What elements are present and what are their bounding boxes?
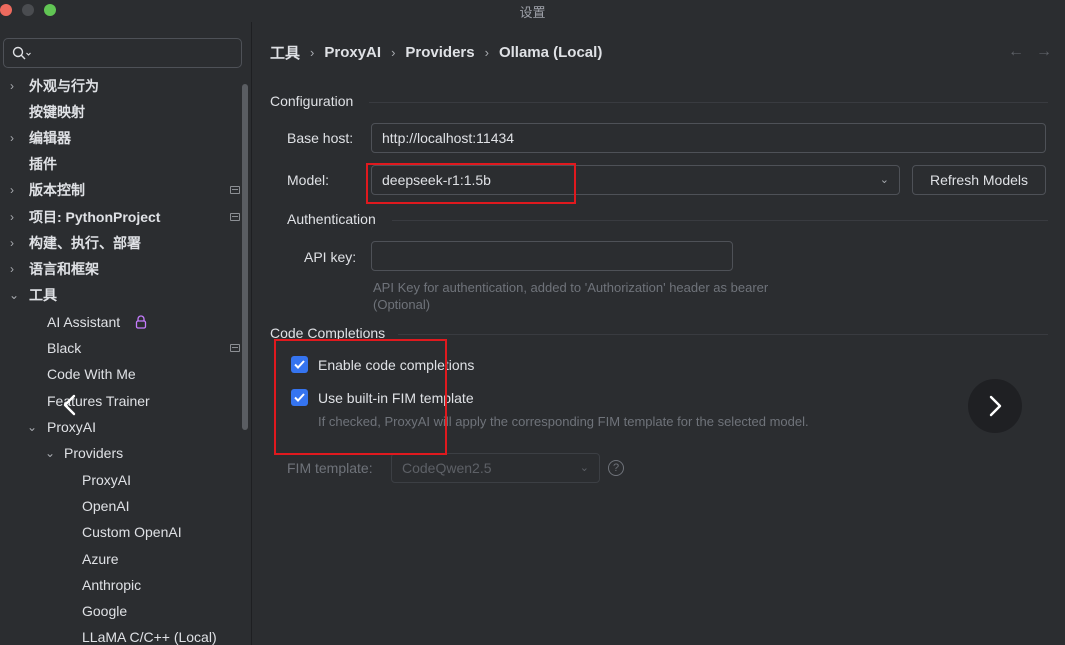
chevron-right-icon[interactable]: › [10, 231, 22, 255]
help-icon[interactable]: ? [608, 460, 624, 476]
chevron-down-icon: ⌄ [579, 462, 589, 474]
sidebar-item-provider-google[interactable]: Google [82, 599, 127, 623]
sidebar-item-version-control[interactable]: 版本控制 [29, 178, 85, 202]
sidebar-item-provider-llama[interactable]: LLaMA C/C++ (Local) [82, 625, 217, 645]
base-host-label: Base host: [287, 130, 354, 146]
lock-icon [135, 315, 147, 329]
highlight-box-code-completions [274, 339, 447, 455]
sidebar-scrollbar[interactable] [242, 84, 248, 430]
sidebar-item-build[interactable]: 构建、执行、部署 [29, 231, 141, 255]
breadcrumb-separator: › [391, 45, 396, 60]
chevron-down-icon[interactable]: ⌄ [9, 283, 21, 307]
chevron-right-icon [989, 395, 1002, 417]
chevron-right-icon[interactable]: › [10, 205, 22, 229]
chevron-right-icon[interactable]: › [10, 178, 22, 202]
project-settings-icon [230, 213, 240, 221]
sidebar-item-provider-proxyai[interactable]: ProxyAI [82, 468, 131, 492]
chevron-left-icon [63, 394, 76, 416]
back-arrow-icon[interactable]: ← [1008, 43, 1024, 61]
sidebar-item-editor[interactable]: 编辑器 [29, 126, 71, 150]
settings-main-panel: 工具 › ProxyAI › Providers › Ollama (Local) ← → … [253, 22, 1065, 645]
section-divider [392, 220, 1048, 221]
chevron-down-icon: ⌄ [879, 174, 889, 186]
base-host-input[interactable]: http://localhost:11434 [371, 123, 1046, 153]
sidebar-item-languages[interactable]: 语言和框架 [29, 257, 99, 281]
breadcrumb-item[interactable]: ProxyAI [324, 44, 381, 61]
configuration-section-title: Configuration [270, 93, 354, 109]
model-label: Model: [287, 172, 330, 188]
breadcrumb-item: Ollama (Local) [498, 44, 603, 61]
section-divider [369, 102, 1048, 103]
chevron-down-icon[interactable]: ⌄ [27, 415, 39, 439]
breadcrumb-separator: › [310, 45, 315, 60]
chevron-right-icon[interactable]: › [10, 126, 22, 150]
sidebar-item-code-with-me[interactable]: Code With Me [47, 362, 136, 386]
forward-arrow-icon[interactable]: → [1036, 43, 1052, 61]
sidebar-item-provider-openai[interactable]: OpenAI [82, 494, 129, 518]
sidebar-item-providers[interactable]: Providers [64, 441, 123, 465]
sidebar-item-keymap[interactable]: 按键映射 [29, 100, 85, 124]
api-key-help-text: API Key for authentication, added to 'Au… [373, 280, 769, 312]
chevron-right-icon[interactable]: › [10, 257, 22, 281]
section-divider [398, 334, 1048, 335]
refresh-models-button[interactable]: Refresh Models [912, 165, 1046, 195]
sidebar-item-provider-custom-openai[interactable]: Custom OpenAI [82, 520, 182, 544]
api-key-input[interactable] [371, 241, 733, 271]
breadcrumb-separator: › [484, 45, 489, 60]
sidebar-item-provider-azure[interactable]: Azure [82, 547, 119, 571]
api-key-label: API key: [304, 249, 357, 265]
carousel-next-button[interactable] [968, 379, 1022, 433]
breadcrumb: 工具 › ProxyAI › Providers › Ollama (Local) [270, 42, 602, 62]
search-icon [12, 46, 31, 60]
chevron-right-icon[interactable]: › [10, 74, 22, 98]
sidebar-item-tools[interactable]: 工具 [29, 283, 57, 307]
breadcrumb-item[interactable]: Providers [405, 44, 474, 61]
chevron-down-icon[interactable]: ⌄ [45, 441, 57, 465]
sidebar-item-black[interactable]: Black [47, 336, 81, 360]
project-settings-icon [230, 344, 240, 352]
project-settings-icon [230, 186, 240, 194]
sidebar-item-appearance[interactable]: 外观与行为 [29, 74, 99, 98]
settings-search-input[interactable] [3, 38, 242, 68]
fim-template-value: CodeQwen2.5 [402, 460, 492, 476]
title-bar: 设置 [0, 0, 1065, 22]
authentication-section-title: Authentication [287, 211, 376, 227]
sidebar-item-project[interactable]: 项目: PythonProject [29, 205, 160, 229]
sidebar-item-plugins[interactable]: 插件 [29, 152, 57, 176]
highlight-box-model [366, 163, 576, 204]
sidebar-item-provider-anthropic[interactable]: Anthropic [82, 573, 141, 597]
breadcrumb-item[interactable]: 工具 [270, 42, 300, 63]
sidebar-item-ai-assistant[interactable]: AI Assistant [47, 310, 120, 334]
carousel-previous-button[interactable] [50, 385, 90, 425]
settings-sidebar: › 外观与行为 按键映射 › 编辑器 插件 › 版本控制 › 项目: Pytho… [0, 22, 252, 645]
window-title: 设置 [519, 5, 546, 20]
fim-template-label: FIM template: [287, 460, 373, 476]
fim-template-select[interactable]: CodeQwen2.5 ⌄ [391, 453, 600, 483]
